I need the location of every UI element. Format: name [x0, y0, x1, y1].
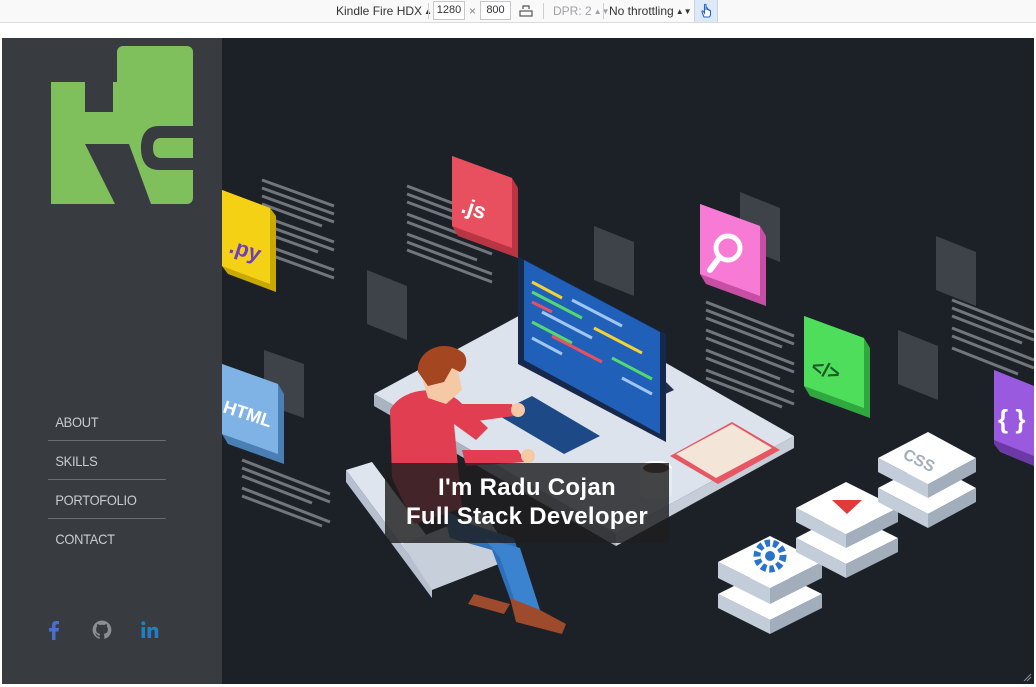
nav-skills[interactable]: SKILLS — [48, 441, 166, 480]
intro-name: I'm Radu Cojan — [438, 474, 616, 501]
braces-tile: { } — [994, 370, 1034, 466]
dimension-separator: × — [469, 4, 477, 18]
height-input[interactable]: 800 — [480, 1, 511, 20]
viewport-frame: ABOUT SKILLS PORTOFOLIO CONTACT .py .js … — [2, 38, 1034, 684]
touch-simulation-button[interactable] — [694, 0, 718, 22]
intro-role: Full Stack Developer — [405, 503, 649, 530]
device-select[interactable]: Kindle Fire HDX ▲▼ — [336, 0, 440, 22]
github-icon[interactable] — [90, 618, 114, 642]
nav-contact[interactable]: CONTACT — [48, 519, 166, 558]
linkedin-icon[interactable] — [138, 618, 162, 642]
width-input[interactable]: 1280 — [433, 1, 465, 20]
svg-text:{ }: { } — [998, 404, 1025, 434]
dpr-select[interactable]: DPR: 2 ▲▼ — [553, 0, 610, 22]
hero-illustration: .py .js </> { } HTML CSS — [222, 156, 1034, 634]
main-nav: ABOUT SKILLS PORTOFOLIO CONTACT — [48, 402, 176, 558]
touch-hand-icon — [701, 3, 712, 18]
nav-about[interactable]: ABOUT — [48, 402, 166, 441]
code-tag-tile: </> — [804, 316, 870, 418]
throttling-select[interactable]: No throttling ▲▼ — [609, 0, 692, 22]
intro-banner: I'm Radu Cojan Full Stack Developer — [385, 463, 669, 543]
responsive-toolbar: Kindle Fire HDX ▲▼ 1280 × 800 DPR: 2 ▲▼ No… — [0, 0, 1036, 23]
rc-logo[interactable] — [51, 46, 193, 204]
sidebar: ABOUT SKILLS PORTOFOLIO CONTACT — [2, 38, 222, 684]
nav-portofolio[interactable]: PORTOFOLIO — [48, 480, 166, 519]
resize-handle-icon[interactable] — [1022, 672, 1032, 682]
rotate-icon[interactable] — [519, 3, 533, 25]
facebook-icon[interactable] — [42, 618, 66, 642]
